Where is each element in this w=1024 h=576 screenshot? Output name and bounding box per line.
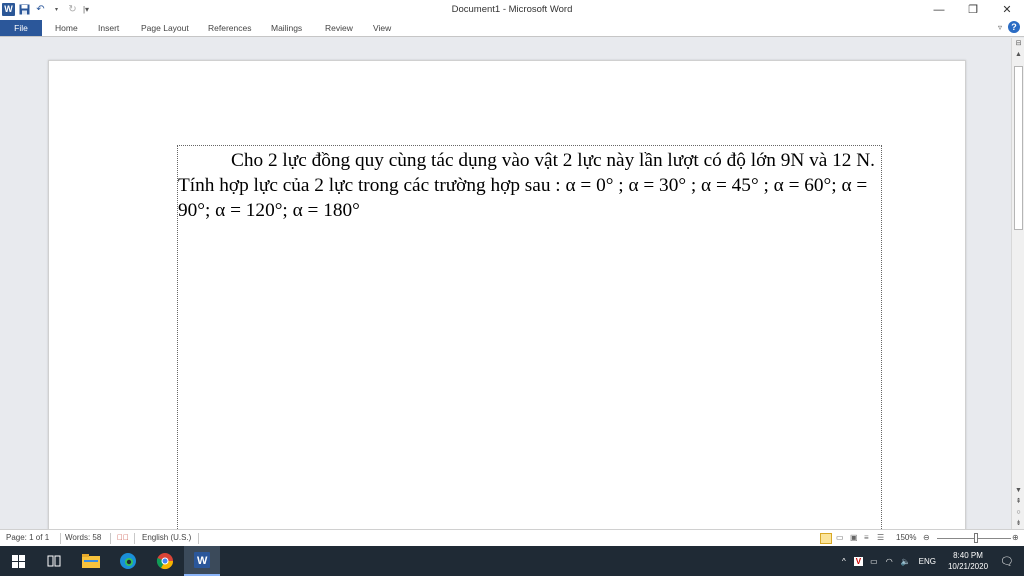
tab-view[interactable]: View: [373, 20, 391, 36]
window-title: Document1 - Microsoft Word: [451, 4, 573, 15]
scroll-up-icon[interactable]: ▲: [1012, 49, 1024, 60]
task-view-icon[interactable]: [36, 546, 72, 576]
title-bar: W ↶ ▾ ↻ |▾ Document1 - Microsoft Word — …: [0, 0, 1024, 19]
window-controls: — ❐ ✕: [922, 0, 1024, 19]
page-count[interactable]: Page: 1 of 1: [6, 533, 49, 542]
zoom-out-icon[interactable]: ⊖: [923, 533, 930, 542]
notifications-icon[interactable]: 🗨: [1000, 555, 1014, 568]
document-text[interactable]: Cho 2 lực đồng quy cùng tác dụng vào vật…: [178, 148, 884, 223]
windows-start-icon[interactable]: [0, 546, 36, 576]
next-page-icon[interactable]: ⇟: [1012, 518, 1024, 529]
svg-text:W: W: [197, 555, 208, 567]
draft-view-icon[interactable]: ☰: [877, 533, 884, 542]
web-layout-icon[interactable]: ▣: [850, 533, 858, 542]
tab-references[interactable]: References: [208, 20, 251, 36]
maximize-button[interactable]: ❐: [956, 0, 990, 19]
word-taskbar-icon[interactable]: W: [184, 546, 220, 576]
zoom-level[interactable]: 150%: [896, 533, 916, 542]
document-page[interactable]: Cho 2 lực đồng quy cùng tác dụng vào vật…: [48, 60, 966, 529]
chrome-browser-icon[interactable]: [147, 546, 183, 576]
zoom-slider-thumb[interactable]: [974, 533, 978, 543]
vietnamese-ime-icon[interactable]: V: [853, 556, 864, 566]
show-hidden-icons-icon[interactable]: ^: [842, 557, 846, 566]
scroll-thumb[interactable]: [1014, 66, 1023, 230]
edge-browser-icon[interactable]: [110, 546, 146, 576]
full-screen-reading-icon[interactable]: ▭: [836, 533, 844, 542]
vertical-scrollbar[interactable]: ⊟ ▲ ▼ ⇞ ○ ⇟: [1011, 38, 1024, 529]
close-button[interactable]: ✕: [990, 0, 1024, 19]
input-language[interactable]: ENG: [919, 557, 936, 566]
windows-taskbar: W ^ V ▭ ◠ 🔈 ENG 8:40 PM 10/21/2020 🗨: [0, 546, 1024, 576]
tab-mailings[interactable]: Mailings: [271, 20, 302, 36]
expand-ribbon-icon[interactable]: ▿: [998, 23, 1002, 32]
proofing-icon[interactable]: ✓⃝: [117, 533, 129, 542]
print-layout-view-icon[interactable]: [820, 533, 832, 544]
language-indicator[interactable]: English (U.S.): [142, 533, 191, 542]
document-area: Cho 2 lực đồng quy cùng tác dụng vào vật…: [0, 38, 1011, 529]
tab-home[interactable]: Home: [55, 20, 78, 36]
outline-view-icon[interactable]: ≡: [864, 533, 869, 542]
text-box[interactable]: Cho 2 lực đồng quy cùng tác dụng vào vật…: [177, 145, 882, 529]
tab-insert[interactable]: Insert: [98, 20, 119, 36]
browse-object-icon[interactable]: ○: [1012, 507, 1024, 518]
zoom-in-icon[interactable]: ⊕: [1012, 533, 1019, 542]
tab-file[interactable]: File: [0, 20, 42, 36]
volume-icon[interactable]: 🔈: [901, 557, 911, 566]
word-count[interactable]: Words: 58: [65, 533, 101, 542]
clock-date: 10/21/2020: [947, 562, 989, 571]
system-tray: ^ V ▭ ◠ 🔈 ENG 8:40 PM 10/21/2020 🗨: [837, 546, 1024, 576]
tab-page-layout[interactable]: Page Layout: [141, 20, 189, 36]
scroll-down-icon[interactable]: ▼: [1012, 485, 1024, 496]
status-bar: Page: 1 of 1 Words: 58 ✓⃝ English (U.S.)…: [0, 529, 1024, 546]
clock-time: 8:40 PM: [953, 551, 983, 560]
help-icon[interactable]: ?: [1008, 21, 1020, 33]
wifi-icon[interactable]: ◠: [886, 557, 893, 566]
file-explorer-icon[interactable]: [73, 546, 109, 576]
battery-icon[interactable]: ▭: [870, 557, 878, 566]
previous-page-icon[interactable]: ⇞: [1012, 496, 1024, 507]
minimize-button[interactable]: —: [922, 0, 956, 19]
tab-review[interactable]: Review: [325, 20, 353, 36]
ruler-toggle-icon[interactable]: ⊟: [1012, 38, 1024, 49]
ribbon-tabs: File Home Insert Page Layout References …: [0, 19, 1024, 37]
clock[interactable]: 8:40 PM 10/21/2020: [948, 550, 988, 572]
